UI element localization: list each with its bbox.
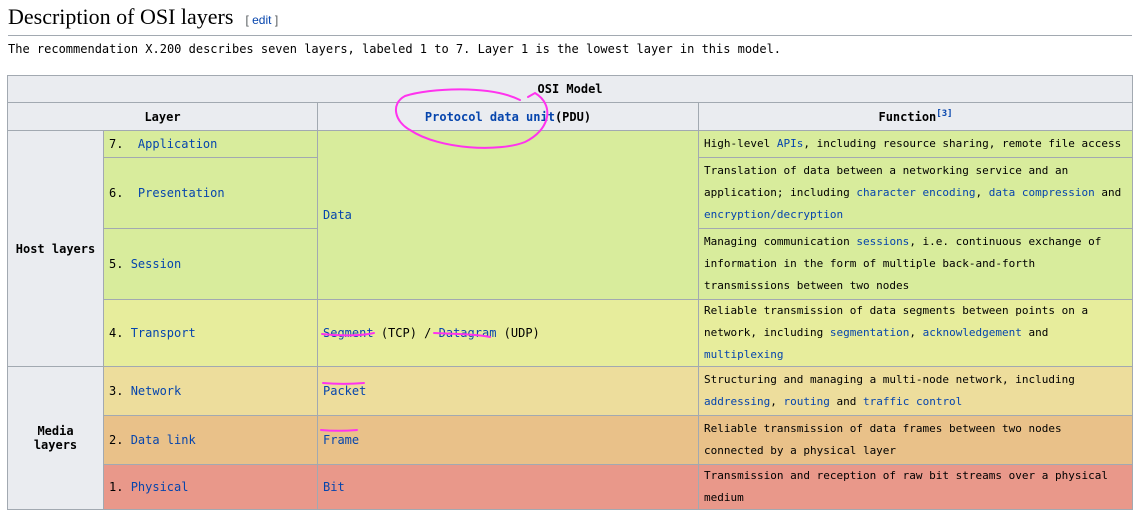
table-row: 2. Data link Frame Reliable transmission… — [7, 415, 1134, 465]
function-text: Managing communication — [704, 235, 857, 248]
function-cell: Managing communication sessions, i.e. co… — [697, 228, 1134, 300]
function-link[interactable]: sessions — [856, 235, 909, 248]
heading-title: Description of OSI layers — [8, 4, 234, 29]
layer-link[interactable]: Network — [131, 384, 182, 398]
layer-link[interactable]: Session — [131, 257, 182, 271]
function-link[interactable]: character encoding — [856, 186, 975, 199]
packet-link[interactable]: Packet — [323, 384, 366, 398]
layer-cell: 2. Data link — [103, 415, 318, 465]
layer-link[interactable]: Data link — [131, 433, 196, 447]
function-text: Reliable transmission of data frames bet… — [704, 422, 1062, 457]
function-cell: Reliable transmission of data segments b… — [697, 299, 1134, 367]
layer-link[interactable]: Presentation — [138, 186, 225, 200]
function-cell: Structuring and managing a multi-node ne… — [697, 366, 1134, 416]
osi-model-table: OSI Model Layer Protocol data unit(PDU) … — [6, 75, 1134, 510]
function-cell: Translation of data between a networking… — [697, 157, 1134, 229]
edit-section: [ edit ] — [245, 13, 279, 27]
function-text: and — [829, 395, 863, 408]
function-text: Structuring and managing a multi-node ne… — [704, 373, 1075, 386]
table-row: 1. Physical Bit Transmission and recepti… — [7, 464, 1134, 510]
table-caption: OSI Model — [6, 75, 1134, 103]
layer-link[interactable]: Transport — [131, 326, 196, 340]
frame-link[interactable]: Frame — [323, 433, 359, 447]
function-text: and — [1094, 186, 1122, 199]
pdu-cell: Frame — [317, 415, 699, 465]
header-layer: Layer — [7, 102, 318, 131]
function-text: , — [975, 186, 989, 199]
layer-cell: 3. Network — [103, 366, 318, 416]
pdu-cell: Segment (TCP) / Datagram (UDP) — [317, 299, 699, 367]
layer-link[interactable]: Physical — [131, 480, 189, 494]
pdu-link[interactable]: Protocol data unit — [425, 110, 555, 124]
function-link[interactable]: addressing — [704, 395, 770, 408]
function-link[interactable]: traffic control — [863, 395, 962, 408]
layer-cell: 6. Presentation — [103, 157, 318, 229]
function-text: Transmission and reception of raw bit st… — [704, 469, 1108, 504]
function-cell: Reliable transmission of data frames bet… — [697, 415, 1134, 465]
function-link[interactable]: encryption/decryption — [704, 208, 843, 221]
function-link[interactable]: routing — [783, 395, 829, 408]
function-cell: Transmission and reception of raw bit st… — [697, 464, 1134, 510]
function-text: High-level — [704, 137, 777, 150]
layer-link[interactable]: Application — [138, 137, 217, 151]
layer-cell: 1. Physical — [103, 464, 318, 510]
intro-paragraph: The recommendation X.200 describes seven… — [8, 42, 782, 56]
table-row: 4. Transport Segment (TCP) / Datagram (U… — [7, 299, 1134, 367]
layer-cell: 5. Session — [103, 228, 318, 300]
section-heading: Description of OSI layers [ edit ] — [8, 4, 1132, 36]
function-link[interactable]: multiplexing — [704, 348, 783, 361]
layer-cell: 4. Transport — [103, 299, 318, 367]
group-host-layers: Host layers — [7, 130, 104, 367]
function-text: , — [770, 395, 784, 408]
function-text: , including resource sharing, remote fil… — [803, 137, 1122, 150]
pdu-cell: Packet — [317, 366, 699, 416]
function-link[interactable]: APIs — [777, 137, 804, 150]
table-row: Host layers 7. Application Data High-lev… — [7, 130, 1134, 367]
edit-link[interactable]: edit — [252, 13, 271, 27]
layer-cell: 7. Application — [103, 130, 318, 158]
function-link[interactable]: data compression — [989, 186, 1095, 199]
header-pdu: Protocol data unit(PDU) — [317, 102, 699, 131]
function-link[interactable]: segmentation — [830, 326, 909, 339]
function-text: , — [909, 326, 923, 339]
pdu-data: Data — [317, 130, 699, 300]
reference-link[interactable]: [3] — [936, 109, 952, 119]
segment-link[interactable]: Segment — [323, 326, 374, 340]
header-function: Function[3] — [697, 102, 1134, 131]
function-text: and — [1021, 326, 1049, 339]
pdu-cell: Bit — [317, 464, 699, 510]
table-row: Media layers 3. Network Packet Structuri… — [7, 366, 1134, 510]
function-link[interactable]: acknowledgement — [923, 326, 1022, 339]
group-media-layers: Media layers — [7, 366, 104, 510]
function-cell: High-level APIs, including resource shar… — [697, 130, 1134, 158]
datagram-link[interactable]: Datagram — [439, 326, 497, 340]
